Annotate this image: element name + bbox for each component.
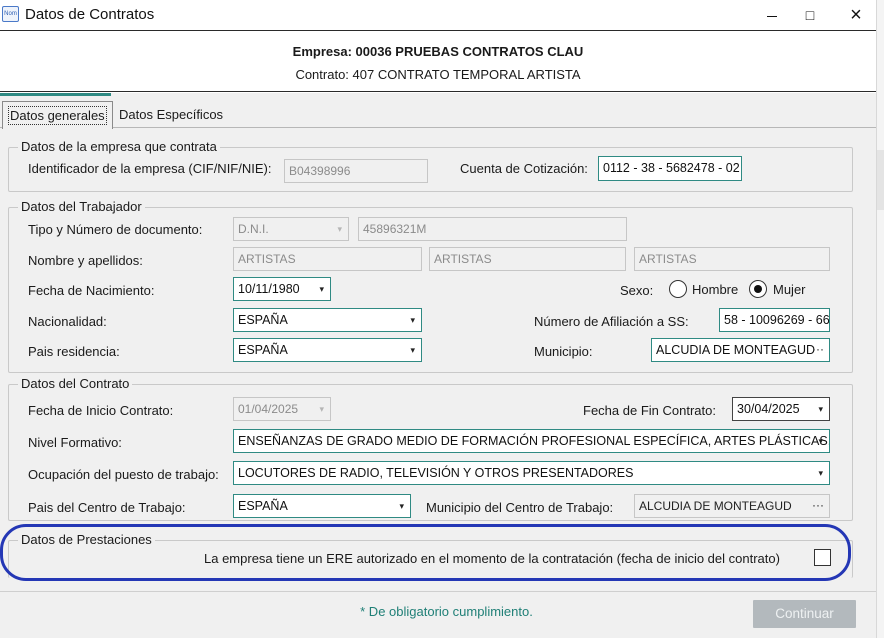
- chevron-down-icon: ▾: [410, 315, 415, 325]
- chevron-down-icon: ▾: [399, 501, 404, 511]
- fecha-inicio-picker: 01/04/2025 ▾: [233, 397, 331, 421]
- chevron-down-icon: ▾: [319, 284, 324, 294]
- chevron-down-icon: ▾: [319, 404, 324, 414]
- pais-residencia-label: Pais residencia:: [28, 344, 120, 359]
- numero-documento-field: 45896321M: [358, 217, 627, 241]
- chevron-down-icon: ▾: [337, 224, 342, 234]
- ellipsis-icon[interactable]: ···: [812, 495, 824, 515]
- nombre-label: Nombre y apellidos:: [28, 253, 143, 268]
- trabajador-legend: Datos del Trabajador: [18, 199, 145, 214]
- radio-hombre[interactable]: [669, 280, 687, 298]
- close-button[interactable]: ×: [836, 3, 876, 27]
- primer-apellido-field: ARTISTAS: [429, 247, 626, 271]
- municipio-centro-field[interactable]: ALCUDIA DE MONTEAGUD ···: [634, 494, 830, 518]
- radio-mujer[interactable]: [749, 280, 767, 298]
- mujer-label: Mujer: [773, 282, 806, 297]
- ocupacion-select[interactable]: LOCUTORES DE RADIO, TELEVISIÓN Y OTROS P…: [233, 461, 830, 485]
- nivel-formativo-select[interactable]: ENSEÑANZAS DE GRADO MEDIO DE FORMACIÓN P…: [233, 429, 830, 453]
- chevron-down-icon: ▾: [410, 345, 415, 355]
- app-icon: Nom: [2, 6, 19, 22]
- fecha-inicio-label: Fecha de Inicio Contrato:: [28, 403, 174, 418]
- ellipsis-icon[interactable]: ···: [812, 339, 824, 359]
- tipo-documento-select: D.N.I. ▾: [233, 217, 349, 241]
- chevron-down-icon: ▾: [818, 436, 823, 446]
- background-window-strip: [876, 0, 884, 638]
- nombre-field: ARTISTAS: [233, 247, 422, 271]
- hombre-label: Hombre: [692, 282, 739, 297]
- municipio-centro-label: Municipio del Centro de Trabajo:: [426, 500, 614, 515]
- minimize-button[interactable]: [752, 3, 792, 27]
- ocupacion-label: Ocupación del puesto de trabajo:: [28, 467, 219, 482]
- municipio-field[interactable]: ALCUDIA DE MONTEAGUD ···: [651, 338, 830, 362]
- window-title: Datos de Contratos: [25, 6, 155, 23]
- maximize-button[interactable]: □: [790, 3, 830, 27]
- municipio-label: Municipio:: [534, 344, 593, 359]
- afiliacion-label: Número de Afiliación a SS:: [534, 314, 689, 329]
- empresa-heading: Empresa: 00036 PRUEBAS CONTRATOS CLAU: [292, 44, 584, 59]
- pais-centro-select[interactable]: ESPAÑA ▾: [233, 494, 411, 518]
- fecha-fin-picker[interactable]: 30/04/2025 ▾: [732, 397, 830, 421]
- afiliacion-field[interactable]: 58 - 10096269 - 66: [719, 308, 830, 332]
- cuenta-cotizacion-label: Cuenta de Cotización:: [460, 161, 588, 176]
- contrato-legend: Datos del Contrato: [18, 376, 133, 391]
- contrato-heading: Contrato: 407 CONTRATO TEMPORAL ARTISTA: [295, 67, 581, 82]
- active-tab-indicator: [0, 93, 111, 96]
- identificador-label: Identificador de la empresa (CIF/NIF/NIE…: [28, 161, 272, 176]
- tab-datos-especificos[interactable]: Datos Específicos: [114, 101, 228, 128]
- nacionalidad-label: Nacionalidad:: [28, 314, 107, 329]
- contract-header: [0, 30, 876, 92]
- chevron-down-icon: ▾: [818, 468, 823, 478]
- sexo-label: Sexo:: [620, 283, 654, 298]
- required-note: * De obligatorio cumplimiento.: [360, 604, 533, 619]
- segundo-apellido-field: ARTISTAS: [634, 247, 830, 271]
- chevron-down-icon: ▾: [818, 404, 823, 414]
- fecha-fin-label: Fecha de Fin Contrato:: [583, 403, 716, 418]
- tipo-documento-label: Tipo y Número de documento:: [28, 222, 203, 237]
- pais-centro-label: Pais del Centro de Trabajo:: [28, 500, 186, 515]
- empresa-legend: Datos de la empresa que contrata: [18, 139, 220, 154]
- footer-separator: [0, 591, 876, 592]
- fecha-nacimiento-label: Fecha de Nacimiento:: [28, 283, 155, 298]
- pais-residencia-select[interactable]: ESPAÑA ▾: [233, 338, 422, 362]
- nacionalidad-select[interactable]: ESPAÑA ▾: [233, 308, 422, 332]
- tab-datos-generales[interactable]: Datos generales: [2, 101, 113, 129]
- highlight-ellipse: [0, 524, 851, 581]
- nivel-formativo-label: Nivel Formativo:: [28, 435, 122, 450]
- cuenta-cotizacion-field[interactable]: 0112 - 38 - 5682478 - 02: [598, 156, 742, 181]
- minimize-icon: [767, 15, 777, 17]
- identificador-field: B04398996: [284, 159, 428, 183]
- fecha-nacimiento-picker[interactable]: 10/11/1980 ▾: [233, 277, 331, 301]
- continuar-button[interactable]: Continuar: [753, 600, 856, 628]
